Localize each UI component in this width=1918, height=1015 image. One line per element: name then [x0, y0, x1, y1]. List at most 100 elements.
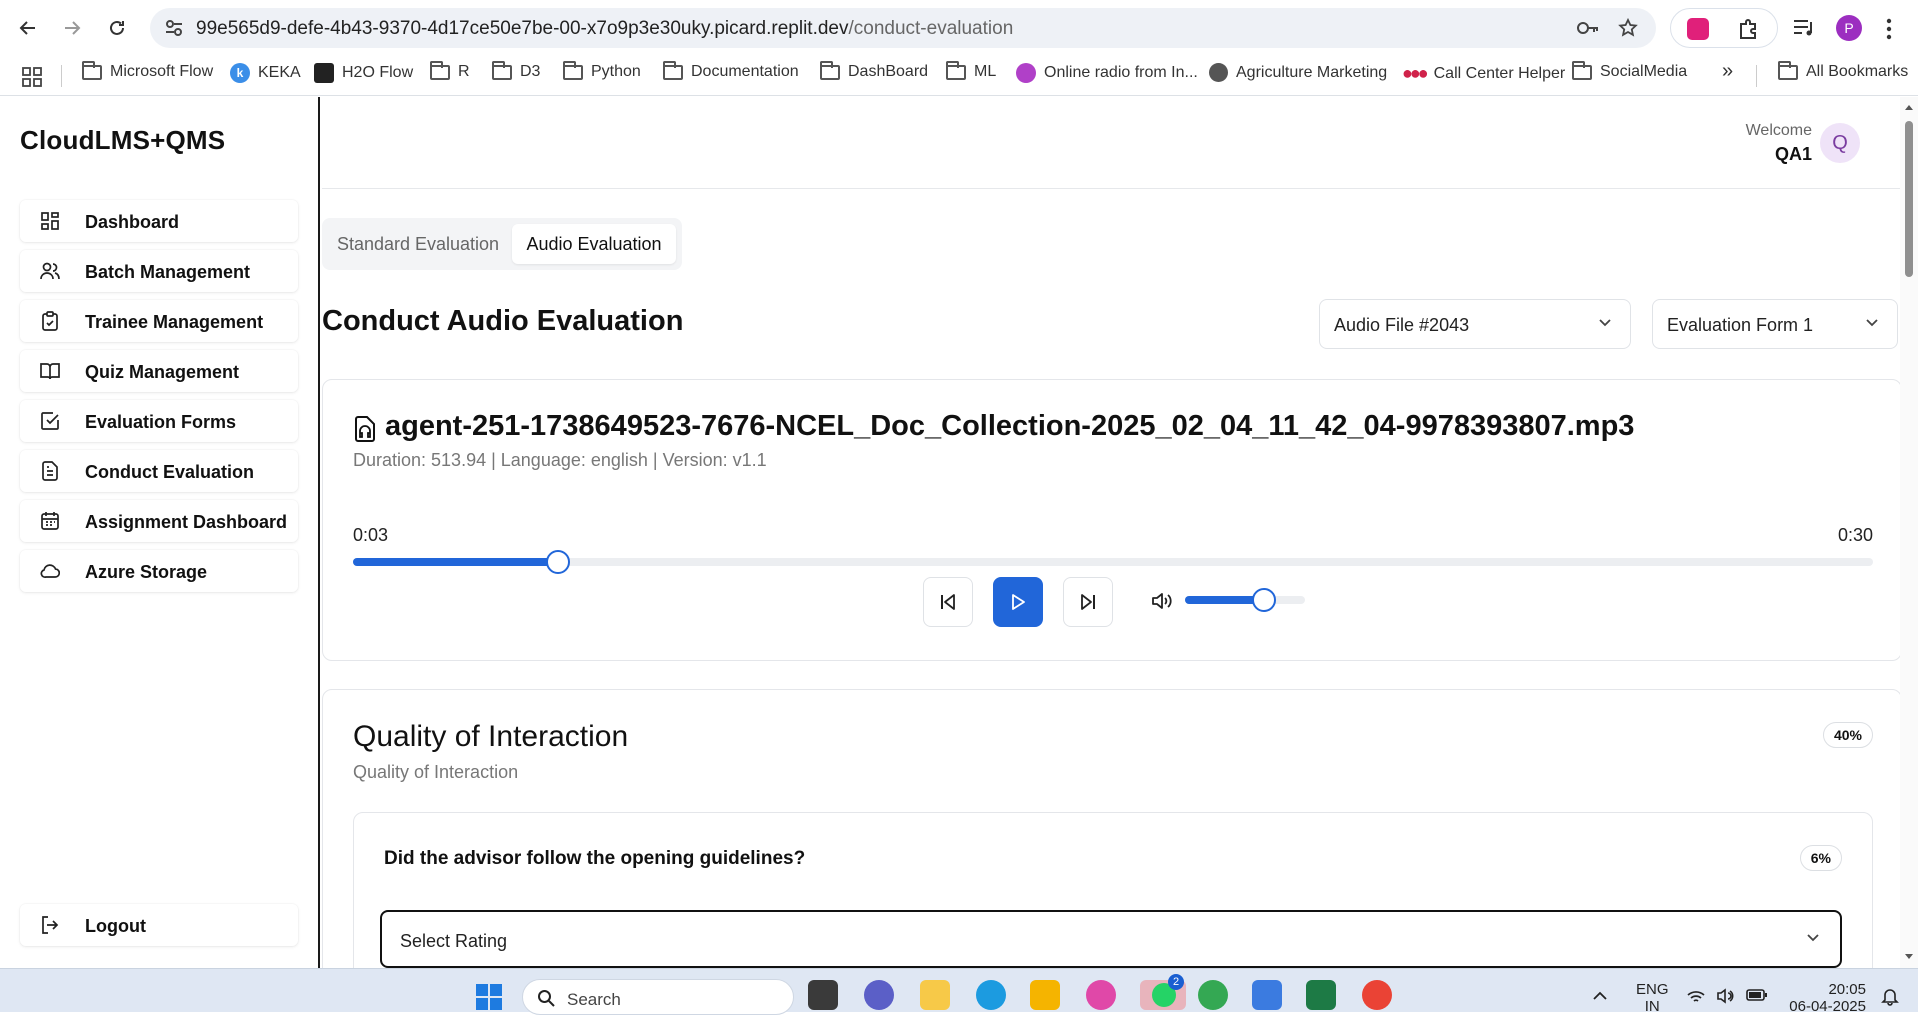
bookmark-label: Call Center Helper	[1433, 64, 1566, 82]
sidebar-item-label: Dashboard	[85, 212, 180, 232]
bookmark-online-radio[interactable]: Online radio from In...	[1016, 63, 1198, 83]
bookmark-r[interactable]: R	[430, 60, 470, 81]
total-time: 0:30	[1837, 525, 1873, 545]
rating-select[interactable]: Select Rating	[380, 910, 1842, 968]
chrome-profile-k-icon[interactable]	[1362, 980, 1392, 1010]
profile-avatar[interactable]: P	[1836, 15, 1862, 41]
clock-time: 20:05	[1828, 981, 1866, 998]
sidebar-item-dashboard[interactable]: Dashboard	[20, 200, 298, 242]
audio-file-select[interactable]: Audio File #2043	[1319, 299, 1631, 349]
username: QA1	[1774, 144, 1812, 164]
bookmark-d3[interactable]: D3	[492, 60, 540, 81]
play-button[interactable]	[993, 577, 1043, 627]
sidebar-item-trainee-management[interactable]: Trainee Management	[20, 300, 298, 342]
language-indicator[interactable]: ENG IN	[1636, 981, 1669, 1015]
playback-progress-thumb[interactable]	[546, 550, 571, 574]
volume-thumb[interactable]	[1252, 588, 1277, 612]
bookmark-label: KEKA	[258, 64, 301, 81]
bookmark-h2o-flow[interactable]: H2O Flow	[314, 63, 413, 83]
divider	[1756, 65, 1757, 87]
rating-select-placeholder: Select Rating	[400, 931, 508, 951]
playback-progress-fill	[353, 558, 559, 566]
bookmark-python[interactable]: Python	[563, 60, 641, 81]
back-button[interactable]	[14, 14, 42, 42]
battery-icon[interactable]	[1746, 989, 1768, 1001]
notepad-icon[interactable]	[1252, 980, 1282, 1010]
calendar-icon	[41, 512, 59, 530]
playback-progress-slider[interactable]	[353, 550, 1873, 574]
volume-icon[interactable]	[1151, 592, 1173, 610]
speaker-icon[interactable]	[1716, 988, 1736, 1004]
excel-icon[interactable]	[1306, 980, 1336, 1010]
bookmark-keka[interactable]: k KEKA	[230, 63, 301, 83]
notification-badge: 2	[1168, 974, 1184, 990]
bookmark-ml[interactable]: ML	[946, 60, 996, 81]
taskbar-search-label: Search	[567, 990, 621, 1009]
grid-icon	[41, 212, 59, 230]
audio-player-card: agent-251-1738649523-7676-NCEL_Doc_Colle…	[322, 379, 1900, 661]
apps-grid-icon[interactable]	[22, 67, 42, 87]
teams-icon[interactable]	[864, 980, 894, 1010]
sticky-notes-icon[interactable]	[920, 980, 950, 1010]
forward-button[interactable]	[58, 14, 86, 42]
forward-arrow-icon	[65, 21, 81, 35]
scroll-down-icon[interactable]	[1904, 953, 1914, 961]
sidebar-item-label: Batch Management	[85, 262, 251, 282]
puzzle-icon[interactable]	[1737, 18, 1761, 40]
bookmark-socialmedia[interactable]: SocialMedia	[1572, 60, 1687, 81]
sidebar-item-batch-management[interactable]: Batch Management	[20, 250, 298, 292]
wifi-icon[interactable]	[1686, 989, 1706, 1005]
evaluation-form-select-value: Evaluation Form 1	[1667, 315, 1814, 335]
task-view-icon[interactable]	[808, 980, 838, 1010]
bookmark-dashboard[interactable]: DashBoard	[820, 60, 929, 81]
volume-slider[interactable]	[1185, 588, 1305, 612]
tab-audio-evaluation[interactable]: Audio Evaluation	[512, 224, 676, 264]
avatar[interactable]: Q	[1820, 123, 1860, 163]
clock[interactable]: 20:05 06-04-2025	[1786, 981, 1866, 1015]
whatsapp-icon[interactable]: 2	[1140, 974, 1186, 1010]
radio-icon	[1016, 63, 1036, 83]
bookmark-documentation[interactable]: Documentation	[663, 60, 799, 81]
bookmark-label: DashBoard	[848, 63, 929, 80]
logout-button[interactable]: Logout	[20, 904, 298, 946]
question-card: Did the advisor follow the opening guide…	[353, 812, 1873, 968]
chevron-up-icon[interactable]	[1592, 991, 1608, 1001]
folder-icon	[663, 60, 683, 80]
page-scrollbar[interactable]	[1900, 97, 1918, 968]
bookmark-agriculture-marketing[interactable]: Agriculture Marketing	[1209, 63, 1387, 82]
language-code: ENG	[1636, 981, 1669, 998]
sidebar-item-evaluation-forms[interactable]: Evaluation Forms	[20, 400, 298, 442]
taskbar-search[interactable]: Search	[522, 979, 794, 1015]
question-text: Did the advisor follow the opening guide…	[384, 848, 806, 869]
sidebar-item-quiz-management[interactable]: Quiz Management	[20, 350, 298, 392]
section-subtitle: Quality of Interaction	[353, 762, 519, 782]
kebab-menu-icon[interactable]	[1886, 18, 1892, 40]
reload-icon	[110, 20, 124, 35]
skip-forward-button[interactable]	[1063, 577, 1113, 627]
bookmark-microsoft-flow[interactable]: Microsoft Flow	[82, 60, 213, 81]
copilot-icon[interactable]	[1086, 980, 1116, 1010]
bookmarks-overflow-button[interactable]: »	[1722, 60, 1733, 83]
tab-standard-evaluation[interactable]: Standard Evaluation	[328, 224, 508, 264]
top-header: Welcome QA1 Q	[322, 97, 1900, 189]
evaluation-form-select[interactable]: Evaluation Form 1	[1652, 299, 1898, 349]
skip-back-button[interactable]	[923, 577, 973, 627]
reload-button[interactable]	[103, 14, 131, 42]
address-bar[interactable]: 99e565d9-defe-4b43-9370-4d17ce50e7be-00-…	[150, 8, 1656, 48]
sidebar-item-azure-storage[interactable]: Azure Storage	[20, 550, 298, 592]
browser-toolbar: 99e565d9-defe-4b43-9370-4d17ce50e7be-00-…	[0, 0, 1918, 56]
notification-bell-icon[interactable]	[1880, 986, 1900, 1006]
chrome-profile-p-icon[interactable]	[1198, 980, 1228, 1010]
sidebar-item-assignment-dashboard[interactable]: Assignment Dashboard	[20, 500, 298, 542]
edge-icon[interactable]	[976, 980, 1006, 1010]
scroll-thumb[interactable]	[1905, 121, 1913, 277]
windows-start-icon[interactable]	[475, 983, 503, 1011]
all-bookmarks-button[interactable]: All Bookmarks	[1778, 60, 1908, 81]
file-explorer-icon[interactable]	[1030, 980, 1060, 1010]
extension-icon[interactable]	[1687, 18, 1709, 40]
sidebar-item-conduct-evaluation[interactable]: Conduct Evaluation	[20, 450, 298, 492]
media-control-icon[interactable]	[1792, 18, 1816, 38]
bookmark-call-center-helper[interactable]: ●●● Call Center Helper	[1402, 63, 1565, 84]
bookmark-label: Python	[591, 63, 641, 80]
scroll-up-icon[interactable]	[1904, 103, 1914, 111]
